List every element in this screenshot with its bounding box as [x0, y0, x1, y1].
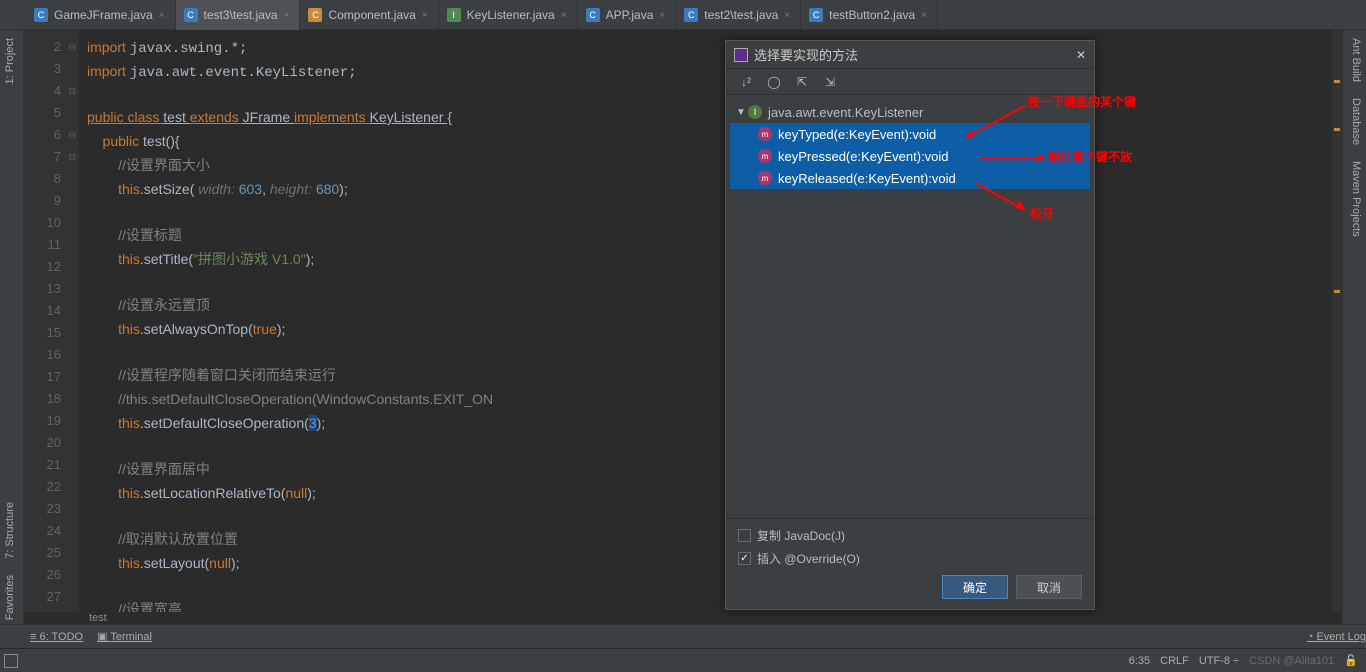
method-tree[interactable]: ▼Ijava.awt.event.KeyListener mkeyTyped(e… — [726, 95, 1094, 518]
cursor-pos: 6:35 — [1129, 655, 1150, 667]
close-icon[interactable]: × — [159, 10, 165, 21]
tab-app[interactable]: CAPP.java× — [578, 0, 677, 30]
line-ending[interactable]: CRLF — [1160, 655, 1189, 667]
cancel-button[interactable]: 取消 — [1016, 575, 1082, 599]
fold-icon[interactable]: ⊟ — [68, 146, 76, 168]
watermark: CSDN @Alita101 — [1249, 655, 1334, 667]
tab-testbutton2[interactable]: CtestButton2.java× — [801, 0, 938, 30]
sort-icon[interactable]: ↓² — [736, 72, 756, 92]
error-stripe[interactable] — [1332, 30, 1342, 612]
tab-test2[interactable]: Ctest2\test.java× — [676, 0, 801, 30]
close-icon[interactable]: × — [422, 10, 428, 21]
tool-maven[interactable]: Maven Projects — [1343, 153, 1366, 245]
tab-keylistener[interactable]: IKeyListener.java× — [439, 0, 578, 30]
tool-database[interactable]: Database — [1343, 90, 1366, 153]
checkbox-insert-override[interactable]: ✓插入 @Override(O) — [738, 550, 1082, 567]
close-icon[interactable]: × — [284, 10, 290, 21]
implement-methods-dialog: 选择要实现的方法 ✕ ↓² ◯ ⇱ ⇲ ▼Ijava.awt.event.Key… — [725, 40, 1095, 610]
expand-icon[interactable]: ⇱ — [792, 72, 812, 92]
tab-test3[interactable]: Ctest3\test.java× — [176, 0, 301, 30]
method-keyreleased[interactable]: mkeyReleased(e:KeyEvent):void — [730, 167, 1090, 189]
interface-node[interactable]: ▼Ijava.awt.event.KeyListener — [730, 101, 1090, 123]
close-icon[interactable]: ✕ — [1076, 48, 1086, 62]
fold-icon[interactable]: ⊟ — [68, 124, 76, 146]
encoding[interactable]: UTF-8 ÷ — [1199, 655, 1239, 667]
intellij-icon — [734, 48, 748, 62]
method-keytyped[interactable]: mkeyTyped(e:KeyEvent):void — [730, 123, 1090, 145]
dialog-title: 选择要实现的方法 — [754, 45, 1076, 64]
editor-tabs: CGameJFrame.java× Ctest3\test.java× CCom… — [0, 0, 1366, 30]
gutter: 2345678910111213141516171819202122232425… — [24, 30, 79, 612]
close-icon[interactable]: × — [921, 10, 927, 21]
collapse-icon[interactable]: ⇲ — [820, 72, 840, 92]
dialog-titlebar[interactable]: 选择要实现的方法 ✕ — [726, 41, 1094, 69]
close-icon[interactable]: × — [561, 10, 567, 21]
method-keypressed[interactable]: mkeyPressed(e:KeyEvent):void — [730, 145, 1090, 167]
lock-icon[interactable]: 🔓 — [1344, 654, 1358, 667]
fold-icon[interactable]: ⊟ — [68, 80, 76, 102]
dialog-toolbar: ↓² ◯ ⇱ ⇲ — [726, 69, 1094, 95]
tool-window-toggle-icon[interactable] — [4, 654, 18, 668]
checkbox-copy-javadoc[interactable]: 复制 JavaDoc(J) — [738, 527, 1082, 544]
left-tool-strip: 1: Project 7: Structure 2: Favorites — [0, 30, 24, 640]
status-bar: 6:35 CRLF UTF-8 ÷ CSDN @Alita101 🔓 — [0, 648, 1366, 672]
right-tool-strip: Ant Build Database Maven Projects — [1342, 30, 1366, 640]
circle-icon[interactable]: ◯ — [764, 72, 784, 92]
tab-component[interactable]: CComponent.java× — [300, 0, 438, 30]
tool-terminal[interactable]: ▣ Terminal — [97, 630, 152, 643]
dialog-footer: 复制 JavaDoc(J) ✓插入 @Override(O) 确定 取消 — [726, 518, 1094, 609]
event-log[interactable]: ◔ Event Log — [1307, 631, 1366, 643]
tool-todo[interactable]: ≡ 6: TODO — [30, 631, 83, 643]
bottom-toolbar: ≡ 6: TODO ▣ Terminal ◔ Event Log — [0, 624, 1366, 648]
close-icon[interactable]: × — [784, 10, 790, 21]
tab-gamejframe[interactable]: CGameJFrame.java× — [26, 0, 176, 30]
close-icon[interactable]: × — [659, 10, 665, 21]
fold-icon[interactable]: ⊟ — [68, 36, 76, 58]
tool-ant[interactable]: Ant Build — [1343, 30, 1366, 90]
tool-structure[interactable]: 7: Structure — [0, 494, 20, 567]
editor[interactable]: import import javax.swing.*;javax.swing.… — [79, 30, 1342, 612]
ok-button[interactable]: 确定 — [942, 575, 1008, 599]
tool-project[interactable]: 1: Project — [0, 30, 20, 92]
